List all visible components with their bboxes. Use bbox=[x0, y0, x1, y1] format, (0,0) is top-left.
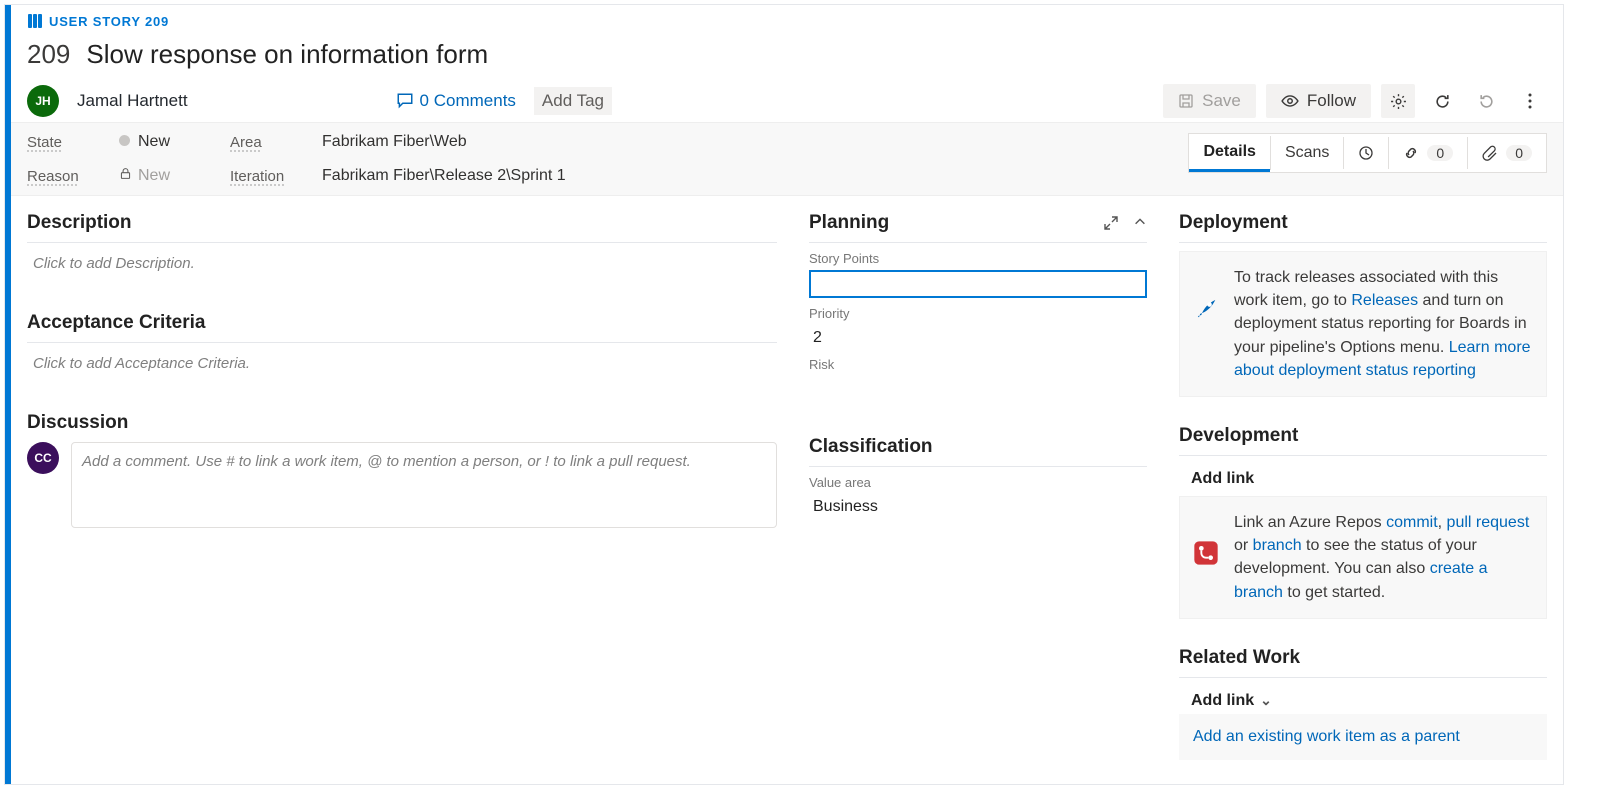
assignee-avatar[interactable]: JH bbox=[27, 85, 59, 117]
tab-attachments[interactable]: 0 bbox=[1467, 137, 1546, 169]
priority-value[interactable]: 2 bbox=[809, 327, 1147, 349]
work-item-type: USER STORY 209 bbox=[27, 13, 1547, 29]
tab-history[interactable] bbox=[1343, 137, 1388, 169]
fields-bar: State New Reason New Area Fabrikam Fiber… bbox=[11, 122, 1563, 196]
rocket-icon bbox=[1192, 294, 1220, 322]
eye-icon bbox=[1281, 92, 1299, 110]
type-label: USER STORY 209 bbox=[49, 14, 169, 29]
repo-icon bbox=[1192, 539, 1220, 567]
planning-header: Planning bbox=[809, 212, 1147, 243]
save-button: Save bbox=[1163, 84, 1256, 118]
links-count: 0 bbox=[1427, 145, 1453, 161]
story-points-label: Story Points bbox=[809, 251, 1147, 266]
column-left: Description Click to add Description. Ac… bbox=[11, 206, 793, 760]
expand-icon[interactable] bbox=[1103, 215, 1119, 231]
refresh-button[interactable] bbox=[1425, 84, 1459, 118]
toolbar: Save Follow bbox=[1163, 84, 1547, 118]
comments-count: 0 Comments bbox=[420, 91, 516, 111]
related-add-link[interactable]: Add link⌄ bbox=[1191, 692, 1547, 710]
value-area-label: Value area bbox=[809, 475, 1147, 490]
state-dot-icon bbox=[119, 135, 130, 146]
comments-link[interactable]: 0 Comments bbox=[396, 91, 516, 111]
header: USER STORY 209 209 Slow response on info… bbox=[11, 5, 1563, 122]
attach-count: 0 bbox=[1506, 145, 1532, 161]
history-icon bbox=[1358, 145, 1374, 161]
development-info: Link an Azure Repos commit, pull request… bbox=[1179, 496, 1547, 619]
tab-scans[interactable]: Scans bbox=[1270, 136, 1343, 170]
comment-icon bbox=[396, 92, 414, 110]
column-middle: Planning Story Points Priority 2 Risk Cl… bbox=[793, 206, 1163, 760]
releases-link[interactable]: Releases bbox=[1351, 292, 1418, 309]
discussion-input[interactable]: Add a comment. Use # to link a work item… bbox=[71, 442, 777, 528]
classification-header: Classification bbox=[809, 436, 1147, 467]
column-right: Deployment To track releases associated … bbox=[1163, 206, 1563, 760]
deployment-header: Deployment bbox=[1179, 212, 1547, 243]
meta-row: JH Jamal Hartnett 0 Comments Add Tag Sav… bbox=[27, 84, 1547, 122]
risk-label: Risk bbox=[809, 357, 1147, 372]
value-area-value[interactable]: Business bbox=[809, 496, 1147, 518]
deployment-info: To track releases associated with this w… bbox=[1179, 251, 1547, 397]
pull-request-link[interactable]: pull request bbox=[1447, 514, 1530, 531]
save-icon bbox=[1178, 93, 1194, 109]
work-item-card: USER STORY 209 209 Slow response on info… bbox=[4, 4, 1564, 785]
chevron-down-icon: ⌄ bbox=[1260, 692, 1272, 708]
iteration-field[interactable]: Iteration Fabrikam Fiber\Release 2\Sprin… bbox=[230, 167, 566, 185]
current-user-avatar: CC bbox=[27, 442, 59, 474]
priority-label: Priority bbox=[809, 306, 1147, 321]
development-header: Development bbox=[1179, 425, 1547, 456]
undo-icon bbox=[1478, 93, 1495, 110]
lock-icon bbox=[119, 167, 132, 184]
attachment-icon bbox=[1482, 145, 1498, 161]
tab-details[interactable]: Details bbox=[1189, 135, 1269, 172]
add-parent-link[interactable]: Add an existing work item as a parent bbox=[1179, 714, 1547, 760]
related-work-header: Related Work bbox=[1179, 647, 1547, 678]
risk-value[interactable] bbox=[809, 378, 1147, 400]
body: Description Click to add Description. Ac… bbox=[11, 196, 1563, 784]
assignee-name[interactable]: Jamal Hartnett bbox=[77, 91, 188, 111]
work-item-title[interactable]: Slow response on information form bbox=[86, 39, 488, 70]
follow-button[interactable]: Follow bbox=[1266, 84, 1371, 118]
settings-button[interactable] bbox=[1381, 84, 1415, 118]
area-field[interactable]: Area Fabrikam Fiber\Web bbox=[230, 133, 566, 151]
discussion-header: Discussion bbox=[27, 412, 777, 434]
more-icon bbox=[1528, 93, 1532, 109]
chevron-up-icon[interactable] bbox=[1133, 215, 1147, 231]
branch-link[interactable]: branch bbox=[1253, 537, 1302, 554]
story-points-input[interactable] bbox=[809, 270, 1147, 298]
tab-bar: Details Scans 0 0 bbox=[1188, 133, 1547, 173]
refresh-icon bbox=[1434, 93, 1451, 110]
dev-add-link[interactable]: Add link bbox=[1191, 470, 1547, 488]
more-button[interactable] bbox=[1513, 84, 1547, 118]
reason-field: Reason New bbox=[27, 167, 170, 185]
state-field[interactable]: State New bbox=[27, 133, 170, 151]
commit-link[interactable]: commit bbox=[1386, 514, 1438, 531]
description-header: Description bbox=[27, 212, 777, 243]
title-row: 209 Slow response on information form bbox=[27, 39, 1547, 70]
work-item-id: 209 bbox=[27, 39, 70, 70]
acceptance-header: Acceptance Criteria bbox=[27, 312, 777, 343]
acceptance-placeholder[interactable]: Click to add Acceptance Criteria. bbox=[27, 351, 777, 376]
add-tag-button[interactable]: Add Tag bbox=[534, 87, 612, 115]
undo-button[interactable] bbox=[1469, 84, 1503, 118]
book-icon bbox=[27, 13, 43, 29]
tab-links[interactable]: 0 bbox=[1388, 137, 1467, 169]
description-placeholder[interactable]: Click to add Description. bbox=[27, 251, 777, 276]
type-color-bar bbox=[5, 5, 11, 784]
gear-icon bbox=[1390, 93, 1407, 110]
link-icon bbox=[1403, 145, 1419, 161]
